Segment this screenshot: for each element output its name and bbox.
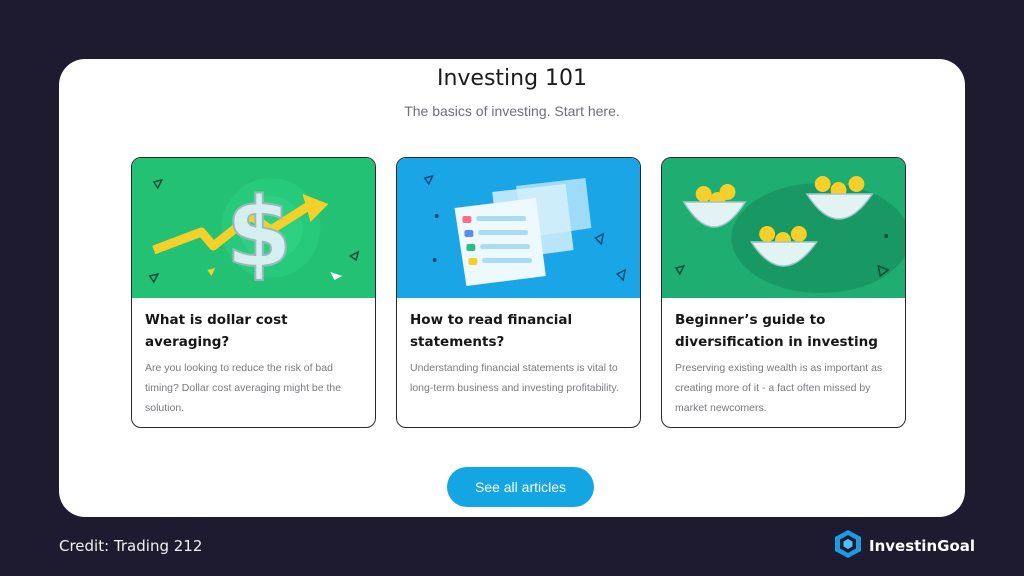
see-all-articles-button[interactable]: See all articles [447, 467, 594, 507]
image-credit: Credit: Trading 212 [59, 537, 203, 555]
article-card-diversification[interactable]: Beginner’s guide to diversification in i… [661, 157, 906, 428]
card-description: Preserving existing wealth is as importa… [675, 362, 883, 414]
page-subtitle: The basics of investing. Start here. [404, 103, 620, 119]
dollar-growth-illustration: $ [132, 158, 375, 298]
card-description: Understanding financial statements is vi… [410, 362, 619, 394]
page-title: Investing 101 [436, 66, 588, 91]
card-title: How to read financial statements? [410, 312, 573, 350]
card-description: Are you looking to reduce the risk of ba… [145, 362, 342, 414]
article-card-dollar-cost-averaging[interactable]: $ What is dollar cost averaging? Are you… [131, 157, 376, 428]
investingoal-logo-icon [834, 529, 862, 564]
card-title: Beginner’s guide to diversification in i… [675, 312, 878, 350]
brand-logo: InvestinGoal [834, 529, 976, 564]
card-title: What is dollar cost averaging? [145, 312, 288, 350]
svg-text:$: $ [226, 177, 292, 289]
coin-bowls-illustration [662, 158, 905, 298]
brand-name: InvestinGoal [869, 537, 976, 555]
article-card-financial-statements[interactable]: How to read financial statements? Unders… [396, 157, 641, 428]
articles-panel: Investing 101 The basics of investing. S… [59, 59, 965, 517]
financial-statement-illustration [397, 158, 640, 298]
